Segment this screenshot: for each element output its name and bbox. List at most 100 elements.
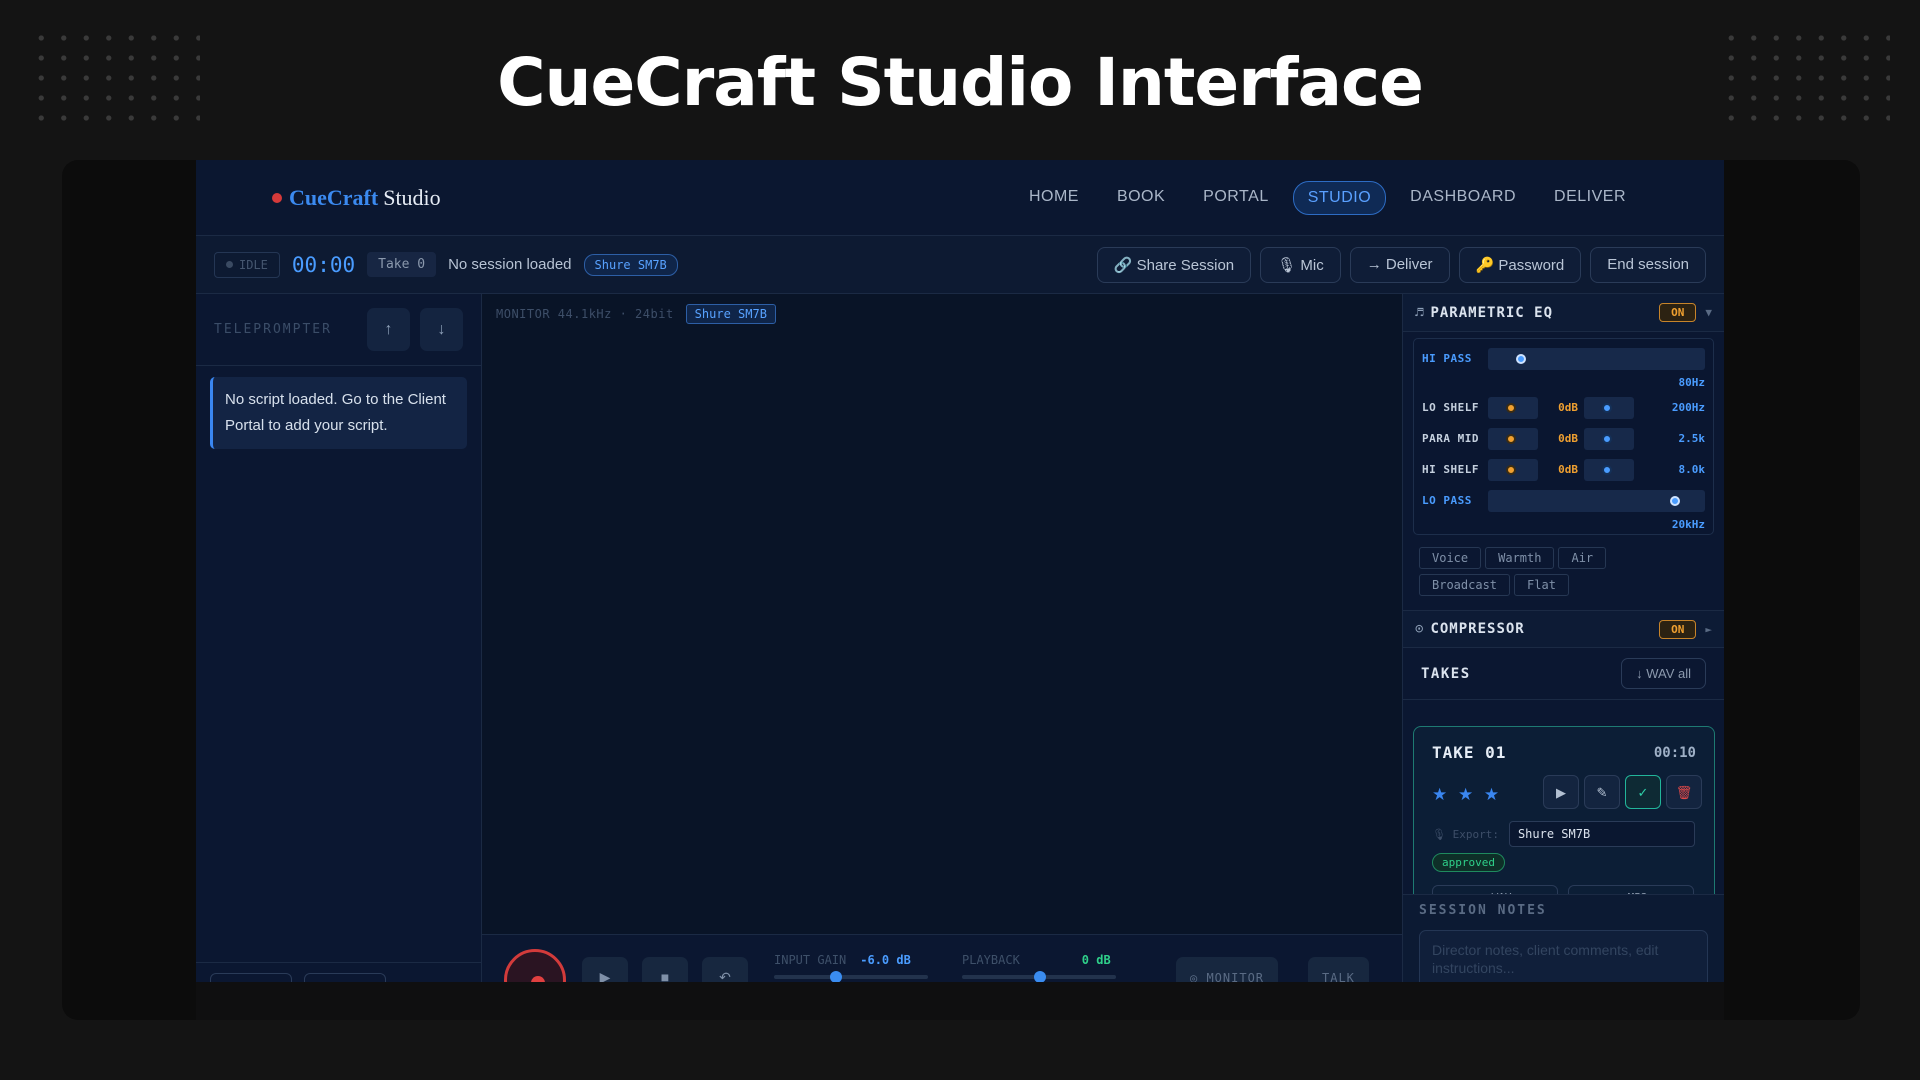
compressor-on-toggle[interactable]: ON [1659, 619, 1697, 639]
playback-knob[interactable] [1034, 971, 1046, 982]
play-button[interactable]: ▶ [582, 957, 628, 982]
input-gain-knob[interactable] [830, 971, 842, 982]
scroll-up-button[interactable]: ↑ [367, 308, 410, 351]
band-gain-handle[interactable] [1506, 464, 1516, 475]
take-approve-button[interactable]: ✓ [1625, 775, 1661, 809]
band-gain-handle[interactable] [1506, 433, 1516, 444]
nav-portal[interactable]: PORTAL [1189, 181, 1283, 215]
lo-pass-handle[interactable] [1670, 495, 1680, 506]
lo-pass-slider[interactable] [1488, 489, 1705, 512]
session-notes-title: SESSION NOTES [1419, 903, 1547, 918]
band-freq-slider[interactable] [1584, 427, 1634, 450]
band-freq-handle[interactable] [1602, 433, 1612, 444]
hi-pass-label: HI PASS [1422, 352, 1472, 365]
state-dot-icon [226, 261, 233, 268]
waveform-monitor: MONITOR 44.1kHz · 24bit Shure SM7B ▶ ■ ↶… [482, 294, 1402, 982]
eq-on-toggle[interactable]: ON [1659, 303, 1697, 322]
brand-name-bold: CueCraft [289, 184, 379, 210]
hi-pass-slider[interactable] [1488, 347, 1705, 370]
eq-lo-pass-row: LO PASS [1422, 485, 1705, 516]
teleprompter-footer [196, 962, 481, 982]
band-gain-value: 0dB [1558, 432, 1578, 445]
eq-title: ♬ PARAMETRIC EQ [1415, 305, 1553, 321]
input-gain-label: INPUT GAIN [774, 953, 847, 967]
deliver-button[interactable]: → Deliver [1349, 246, 1450, 283]
band-gain-slider[interactable] [1488, 396, 1538, 419]
playback-gain: PLAYBACK 0 dB [962, 953, 1111, 967]
monitor-info: MONITOR 44.1kHz · 24bit Shure SM7B [496, 304, 776, 324]
mic-button[interactable]: 🎙 Mic [1260, 246, 1341, 283]
nav-home[interactable]: HOME [1015, 181, 1093, 215]
band-label: PARA MID [1422, 432, 1479, 445]
band-freq-handle[interactable] [1602, 402, 1612, 413]
record-button[interactable] [504, 949, 566, 982]
nav-studio[interactable]: STUDIO [1292, 180, 1387, 215]
stop-button[interactable]: ■ [642, 957, 688, 982]
preset-warmth[interactable]: Warmth [1485, 547, 1555, 569]
teleprompter-controls: ↑ ↓ [367, 308, 463, 351]
teleprompter-footer-button[interactable] [304, 973, 386, 982]
take-edit-button[interactable]: ✎ [1584, 775, 1620, 809]
take-card: TAKE 01 00:10 ★ ★ ★ ▶ ✎ ✓ 🗑 🎙 Export: Sh… [1413, 726, 1715, 915]
password-button[interactable]: 🔑 Password [1458, 246, 1582, 283]
take-duration: 00:10 [1653, 745, 1696, 761]
take-export-row: 🎙 Export: Shure SM7B [1432, 821, 1695, 847]
scroll-down-button[interactable]: ↓ [420, 308, 463, 351]
preset-voice[interactable]: Voice [1419, 547, 1482, 569]
nav-links: HOME BOOK PORTAL STUDIO DASHBOARD DELIVE… [1015, 180, 1640, 215]
nav-dashboard[interactable]: DASHBOARD [1396, 181, 1530, 215]
take-delete-button[interactable]: 🗑 [1666, 775, 1702, 809]
eq-header[interactable]: ♬ PARAMETRIC EQ ON ▼ [1403, 294, 1724, 332]
page-title: CueCraft Studio Interface [497, 44, 1424, 121]
band-gain-slider[interactable] [1488, 427, 1538, 450]
nav-deliver[interactable]: DELIVER [1540, 181, 1640, 215]
script-message: No script loaded. Go to the Client Porta… [210, 377, 467, 449]
monitor-button[interactable]: ◎ MONITOR [1176, 957, 1279, 982]
band-gain-handle[interactable] [1506, 402, 1516, 413]
top-nav: CueCraft Studio HOME BOOK PORTAL STUDIO … [196, 160, 1724, 236]
teleprompter-label: TELEPROMPTER [214, 322, 332, 337]
eq-title-text: PARAMETRIC EQ [1430, 304, 1554, 321]
music-note-icon: ♬ [1415, 304, 1425, 321]
band-freq-value: 8.0k [1678, 463, 1706, 476]
preset-flat[interactable]: Flat [1514, 574, 1569, 596]
chevron-right-icon[interactable]: ► [1705, 623, 1712, 636]
teleprompter-panel: TELEPROMPTER ↑ ↓ No script loaded. Go to… [196, 294, 482, 982]
brand-logo[interactable]: CueCraft Studio [272, 185, 441, 211]
download-all-wav-button[interactable]: ↓ WAV all [1621, 658, 1706, 689]
window-footer [196, 982, 1724, 1020]
takes-header: TAKES ↓ WAV all [1403, 648, 1724, 700]
take-play-button[interactable]: ▶ [1543, 775, 1579, 809]
share-session-button[interactable]: 🔗 Share Session [1096, 246, 1252, 283]
band-gain-value: 0dB [1558, 401, 1578, 414]
talk-button[interactable]: TALK [1308, 957, 1369, 982]
band-freq-slider[interactable] [1584, 396, 1634, 419]
session-notes-input[interactable]: Director notes, client comments, edit in… [1419, 930, 1708, 982]
take-rating[interactable]: ★ ★ ★ [1432, 785, 1502, 805]
session-status-bar: IDLE 00:00 Take 0 No session loaded Shur… [196, 236, 1724, 294]
band-gain-slider[interactable] [1488, 458, 1538, 481]
band-freq-handle[interactable] [1602, 464, 1612, 475]
take-counter: Take 0 [367, 252, 437, 277]
preset-broadcast[interactable]: Broadcast [1419, 574, 1511, 596]
session-status-text: No session loaded [448, 256, 572, 273]
hi-pass-handle[interactable] [1516, 353, 1526, 364]
compressor-header[interactable]: ⊙ COMPRESSOR ON ► [1403, 610, 1724, 648]
teleprompter-footer-button[interactable] [210, 973, 292, 982]
input-gain-value: -6.0 dB [860, 953, 911, 967]
brand-name-rest: Studio [383, 184, 441, 210]
band-label: LO SHELF [1422, 401, 1479, 414]
band-freq-value: 200Hz [1671, 401, 1705, 414]
state-label: IDLE [239, 257, 268, 272]
transport-bar: ▶ ■ ↶ INPUT GAIN -6.0 dB PLAYBACK 0 dB ◎ M… [482, 934, 1402, 982]
band-freq-slider[interactable] [1584, 458, 1634, 481]
nav-book[interactable]: BOOK [1103, 181, 1179, 215]
end-session-button[interactable]: End session [1590, 246, 1706, 283]
preset-air[interactable]: Air [1558, 547, 1607, 569]
eq-presets: Voice Warmth Air Broadcast Flat [1403, 541, 1633, 602]
input-gain-slider[interactable] [774, 975, 928, 979]
export-mic-field[interactable]: Shure SM7B [1508, 821, 1695, 847]
mic-badge: Shure SM7B [583, 253, 678, 276]
chevron-down-icon[interactable]: ▼ [1705, 306, 1712, 319]
undo-button[interactable]: ↶ [702, 957, 748, 982]
